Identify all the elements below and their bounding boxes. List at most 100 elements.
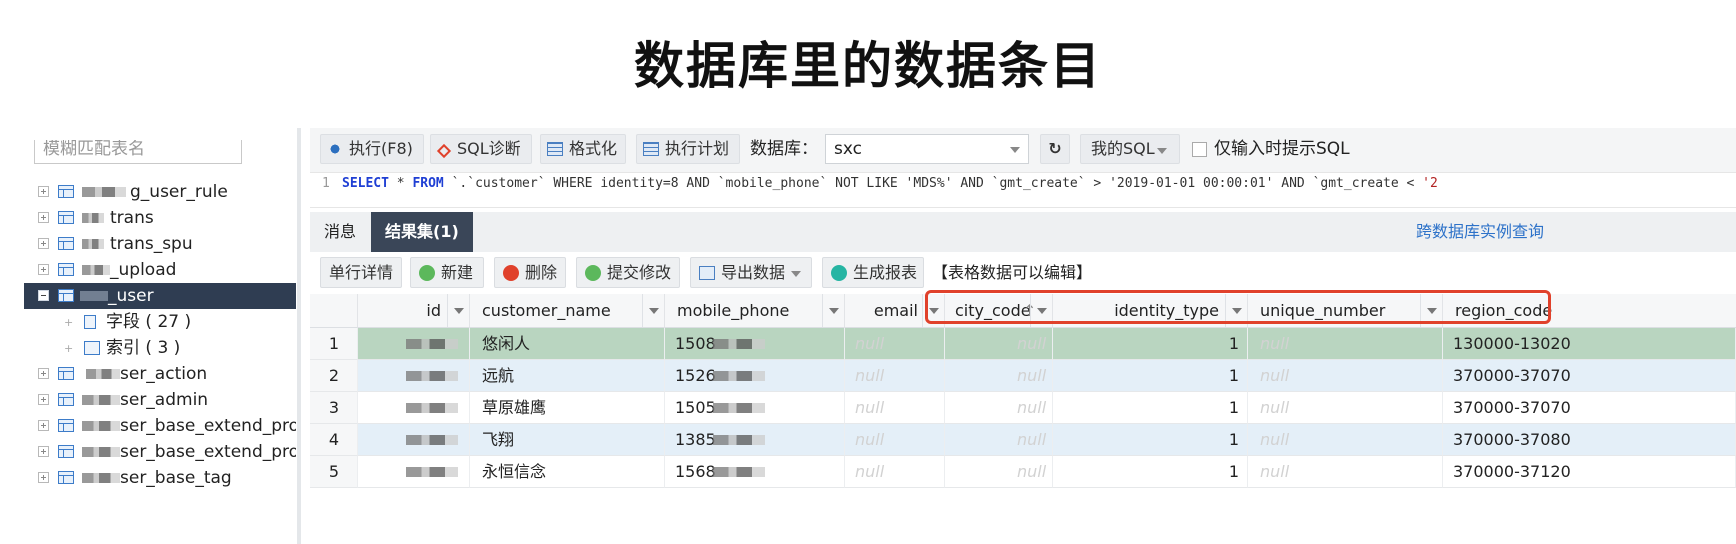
cell-identity-type[interactable]: 1 [1053, 328, 1248, 360]
tree-item[interactable]: ser_admin [24, 387, 296, 413]
panel-splitter[interactable] [297, 128, 301, 544]
expand-icon[interactable]: + [64, 317, 75, 328]
cell-email[interactable]: null [845, 456, 945, 488]
cell-customer-name[interactable]: 远航 [470, 360, 665, 392]
tab-result-set[interactable]: 结果集(1) [371, 212, 473, 252]
cell-identity-type[interactable]: 1 [1053, 424, 1248, 456]
column-header-mobile-phone[interactable]: mobile_phone [665, 294, 845, 328]
cell-customer-name[interactable]: 永恒信念 [470, 456, 665, 488]
expand-icon[interactable] [38, 264, 49, 275]
export-data-dropdown[interactable]: 导出数据 [690, 257, 812, 288]
sql-diagnose-button[interactable]: SQL诊断 [430, 134, 532, 164]
cell-city-code[interactable]: null [945, 360, 1053, 392]
cell-mobile-phone[interactable]: 1526 [665, 360, 845, 392]
cell-city-code[interactable]: null [945, 424, 1053, 456]
cell-customer-name[interactable]: 草原雄鹰 [470, 392, 665, 424]
refresh-button[interactable]: ↻ [1040, 134, 1070, 164]
cell-identity-type[interactable]: 1 [1053, 456, 1248, 488]
column-menu-icon[interactable] [822, 294, 844, 327]
expand-icon[interactable] [38, 446, 49, 457]
execution-plan-button[interactable]: 执行计划 [636, 134, 740, 164]
cell-unique-number[interactable]: null [1248, 456, 1443, 488]
cell-mobile-phone[interactable]: 1508 [665, 328, 845, 360]
column-menu-icon[interactable] [642, 294, 664, 327]
sql-editor[interactable]: 1 SELECT * FROM `.`customer` WHERE ident… [310, 172, 1736, 208]
commit-changes-button[interactable]: 提交修改 [576, 257, 680, 288]
cell-email[interactable]: null [845, 360, 945, 392]
cell-region-code[interactable]: 370000-37070 [1443, 392, 1736, 424]
row-detail-button[interactable]: 单行详情 [320, 257, 402, 288]
row-number[interactable]: 1 [310, 328, 358, 360]
sql-token: customer [475, 176, 538, 191]
collapse-icon[interactable] [38, 290, 49, 301]
expand-icon[interactable] [38, 420, 49, 431]
delete-row-button[interactable]: 删除 [494, 257, 566, 288]
database-select[interactable]: sxc [825, 134, 1029, 164]
cell-email[interactable]: null [845, 424, 945, 456]
cell-email[interactable]: null [845, 392, 945, 424]
expand-icon[interactable] [38, 368, 49, 379]
cell-region-code[interactable]: 130000-13020 [1443, 328, 1736, 360]
sql-code[interactable]: SELECT * FROM `.`customer` WHERE identit… [342, 173, 1438, 195]
cell-identity-type-value: 1 [1228, 398, 1239, 417]
column-header-id[interactable]: id [358, 294, 470, 328]
cross-db-query-link[interactable]: 跨数据库实例查询 [1416, 212, 1544, 252]
tree-item[interactable]: g_user_rule [24, 179, 296, 205]
cell-id[interactable] [358, 392, 470, 424]
cell-region-code[interactable]: 370000-37120 [1443, 456, 1736, 488]
cell-unique-number[interactable]: null [1248, 392, 1443, 424]
row-number[interactable]: 3 [310, 392, 358, 424]
tree-item-selected[interactable]: _user [24, 283, 296, 309]
hint-only-checkbox[interactable] [1192, 142, 1207, 157]
cell-customer-name[interactable]: 飞翔 [470, 424, 665, 456]
cell-city-code[interactable]: null [945, 392, 1053, 424]
cell-id[interactable] [358, 456, 470, 488]
expand-icon[interactable] [38, 238, 49, 249]
format-button[interactable]: 格式化 [540, 134, 626, 164]
cell-id[interactable] [358, 360, 470, 392]
row-number[interactable]: 4 [310, 424, 358, 456]
new-row-button[interactable]: 新建 [410, 257, 484, 288]
cell-id[interactable] [358, 424, 470, 456]
expand-icon[interactable] [38, 472, 49, 483]
expand-icon[interactable] [38, 212, 49, 223]
my-sql-dropdown[interactable]: 我的SQL [1080, 134, 1180, 164]
expand-icon[interactable]: + [64, 343, 75, 354]
cell-mobile-phone[interactable]: 1385 [665, 424, 845, 456]
tree-child-fields[interactable]: + 字段 ( 27 ) [24, 309, 296, 335]
tree-item[interactable]: _upload [24, 257, 296, 283]
execute-button[interactable]: 执行(F8) [320, 134, 424, 164]
tree-item[interactable]: trans [24, 205, 296, 231]
tree-item[interactable]: ser_base_extend_propert [24, 439, 296, 465]
cell-city-code[interactable]: null [945, 456, 1053, 488]
generate-report-button[interactable]: 生成报表 [822, 257, 924, 288]
cell-region-code[interactable]: 370000-37070 [1443, 360, 1736, 392]
expand-icon[interactable] [38, 394, 49, 405]
row-number-value: 3 [328, 398, 340, 417]
cell-region-code[interactable]: 370000-37080 [1443, 424, 1736, 456]
cell-id[interactable] [358, 328, 470, 360]
tree-item[interactable]: ser_action [24, 361, 296, 387]
cell-identity-type[interactable]: 1 [1053, 392, 1248, 424]
cell-email[interactable]: null [845, 328, 945, 360]
tree-item[interactable]: ser_base_tag [24, 465, 296, 491]
tab-messages[interactable]: 消息 [310, 212, 370, 252]
tree-item[interactable]: trans_spu [24, 231, 296, 257]
column-menu-icon[interactable] [447, 294, 469, 327]
cell-region-code-value: 370000-37070 [1453, 398, 1571, 417]
row-number[interactable]: 2 [310, 360, 358, 392]
table-search-input[interactable]: 模糊匹配表名 [34, 140, 242, 164]
cell-mobile-phone[interactable]: 1568 [665, 456, 845, 488]
cell-customer-name[interactable]: 悠闲人 [470, 328, 665, 360]
row-number[interactable]: 5 [310, 456, 358, 488]
cell-city-code[interactable]: null [945, 328, 1053, 360]
cell-unique-number[interactable]: null [1248, 360, 1443, 392]
column-header-customer-name[interactable]: customer_name [470, 294, 665, 328]
cell-identity-type[interactable]: 1 [1053, 360, 1248, 392]
cell-mobile-phone[interactable]: 1505 [665, 392, 845, 424]
expand-icon[interactable] [38, 186, 49, 197]
cell-unique-number[interactable]: null [1248, 328, 1443, 360]
tree-child-indexes[interactable]: + 索引 ( 3 ) [24, 335, 296, 361]
cell-unique-number[interactable]: null [1248, 424, 1443, 456]
tree-item[interactable]: ser_base_extend_propert [24, 413, 296, 439]
